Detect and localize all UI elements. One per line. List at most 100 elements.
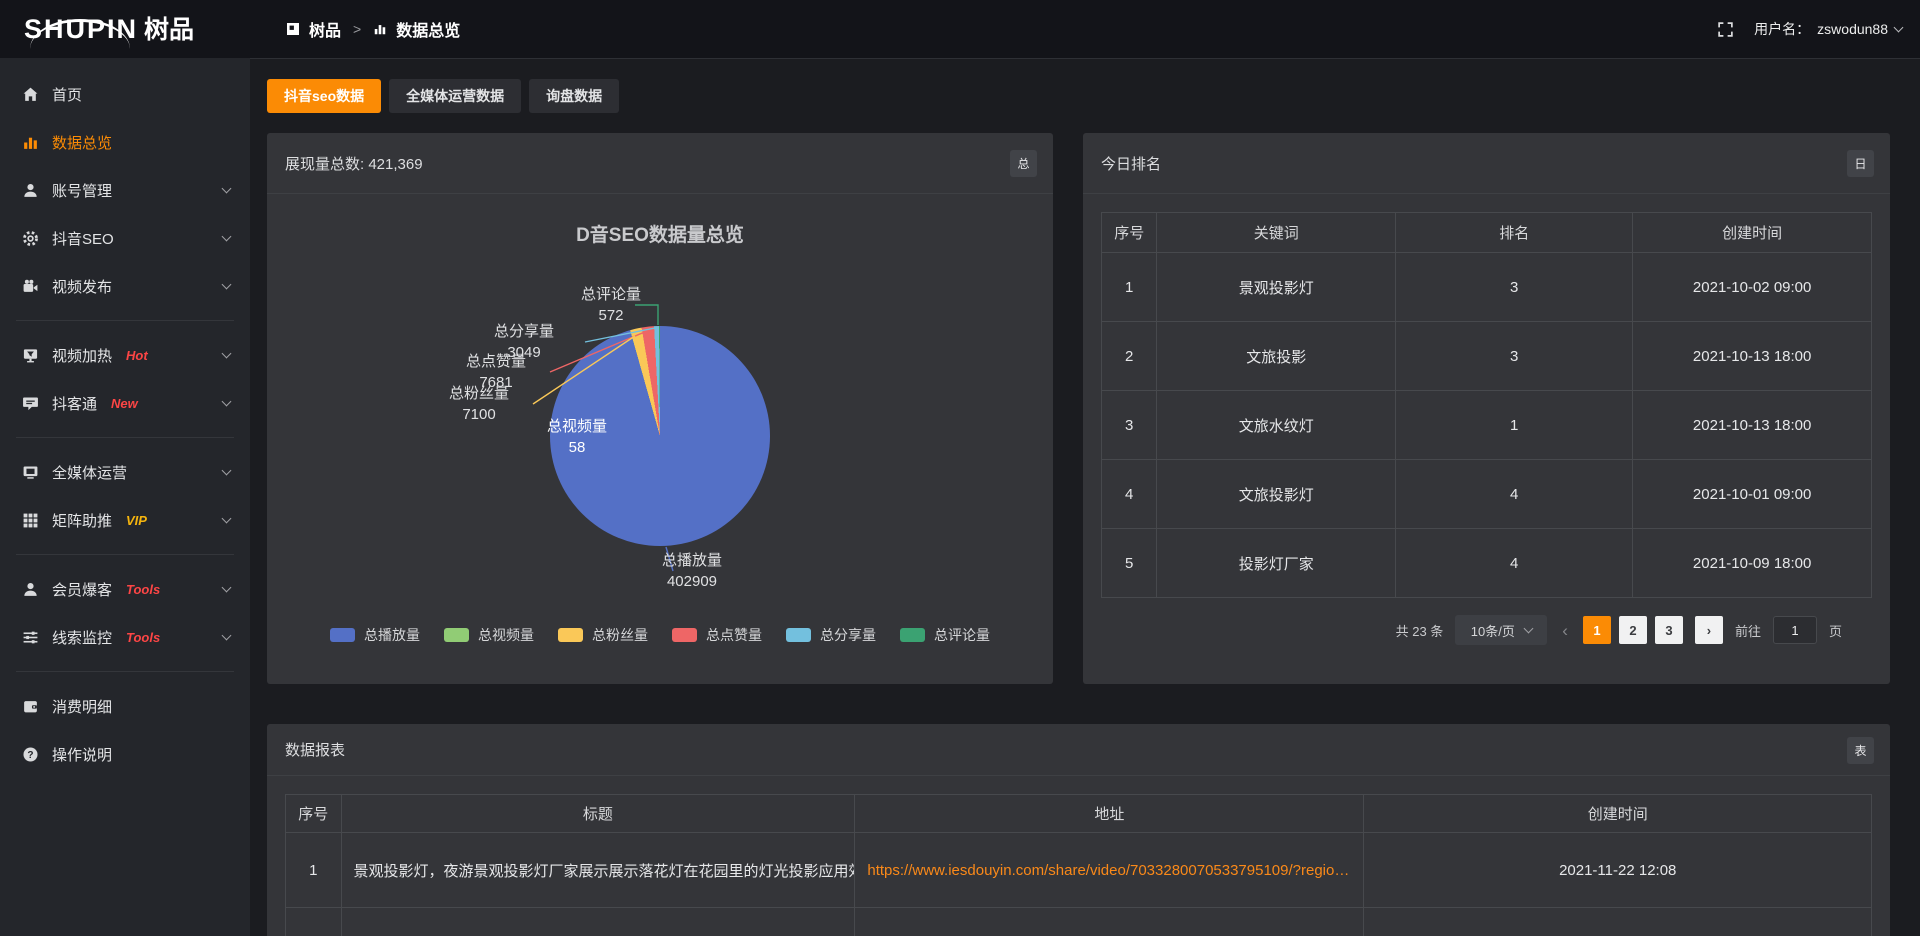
next-page-button[interactable]: › (1695, 616, 1723, 644)
fullscreen-icon[interactable] (1717, 21, 1734, 38)
sidebar-item-label: 抖音SEO (52, 228, 114, 249)
username-label: 用户名： (1754, 19, 1810, 39)
table-cell: 3 (1396, 322, 1633, 391)
chart-legend: 总播放量 总视频量 总粉丝量 总点赞量 总分享量 总评论量 (267, 625, 1053, 645)
impressions-panel-title: 展现量总数: 421,369 (267, 133, 1053, 194)
table-cell: 文旅投影灯 (1157, 460, 1396, 529)
pie-callout-lines (267, 194, 1053, 683)
chevron-down-icon (222, 397, 232, 407)
member-icon (22, 581, 39, 598)
table-row: 2文旅投影32021-10-13 18:00 (1102, 322, 1872, 391)
tab-bar: 抖音seo数据全媒体运营数据询盘数据 (267, 79, 1890, 113)
page-number-button-1[interactable]: 1 (1583, 616, 1611, 644)
sidebar-item-label: 会员爆客 (52, 579, 112, 600)
column-header: 序号 (1102, 213, 1157, 253)
legend-item-6[interactable]: 总评论量 (900, 625, 990, 645)
legend-item-2[interactable]: 总视频量 (444, 625, 534, 645)
table-row: 1景观投影灯32021-10-02 09:00 (1102, 253, 1872, 322)
page-number-group: 123 (1583, 616, 1683, 644)
sidebar-item-2[interactable]: 数据总览 (0, 118, 250, 166)
page-size-select[interactable]: 10条/页 (1455, 615, 1547, 645)
chevron-down-icon (222, 631, 232, 641)
legend-item-1[interactable]: 总播放量 (330, 625, 420, 645)
sidebar-item-badge: VIP (126, 513, 147, 528)
sidebar-item-4[interactable]: 抖音SEO (0, 214, 250, 262)
table-cell: 3 (1102, 391, 1157, 460)
video-link[interactable]: https://www.iesdouyin.com/share/video/70… (867, 862, 1349, 879)
table-badge-button[interactable]: 表 (1847, 737, 1874, 764)
chevron-down-icon (222, 514, 232, 524)
table-cell: 景观投影灯 (1157, 253, 1396, 322)
table-cell: 2021-10-13 18:00 (1633, 322, 1872, 391)
ranking-panel-title: 今日排名 (1083, 133, 1890, 194)
sidebar-item-3[interactable]: 账号管理 (0, 166, 250, 214)
report-date-cell: 2021-11-22 12:08 (1364, 833, 1872, 908)
sidebar-item-badge: New (111, 396, 138, 411)
sidebar-item-12[interactable]: 消费明细 (0, 682, 250, 730)
topbar: SHUPIN 树品 树品 > 数据总览 用户名： zswodun88 (0, 0, 1920, 58)
table-row: 1景观投影灯，夜游景观投影灯厂家展示展示落花灯在花园里的灯光投影应用效果 #ht… (286, 833, 1872, 908)
column-header: 地址 (855, 795, 1364, 833)
sidebar-divider (16, 437, 234, 438)
legend-label: 总分享量 (820, 625, 876, 645)
sidebar-item-8[interactable]: 全媒体运营 (0, 448, 250, 496)
sidebar-divider (16, 671, 234, 672)
sidebar-item-label: 矩阵助推 (52, 510, 112, 531)
goto-label: 前往 (1735, 621, 1761, 640)
legend-label: 总评论量 (934, 625, 990, 645)
monitor-icon (22, 464, 39, 481)
ranking-table: 序号关键词排名创建时间 1景观投影灯32021-10-02 09:002文旅投影… (1101, 212, 1872, 598)
legend-swatch (672, 628, 697, 642)
svg-text:?: ? (27, 749, 33, 760)
breadcrumb-root[interactable]: 树品 (309, 17, 341, 41)
table-cell: 1 (286, 833, 342, 908)
sidebar-item-10[interactable]: 会员爆客 Tools (0, 565, 250, 613)
page-number-button-2[interactable]: 2 (1619, 616, 1647, 644)
chevron-down-icon (222, 583, 232, 593)
user-menu[interactable]: 用户名： zswodun88 (1754, 19, 1902, 39)
screen-icon (22, 347, 39, 364)
legend-item-5[interactable]: 总分享量 (786, 625, 876, 645)
goto-unit: 页 (1829, 621, 1842, 640)
sidebar-item-6[interactable]: 视频加热Hot (0, 331, 250, 379)
day-badge-button[interactable]: 日 (1847, 150, 1874, 177)
legend-swatch (444, 628, 469, 642)
table-cell: 1 (1396, 391, 1633, 460)
pie-label-videos: 总视频量58 (525, 416, 629, 458)
table-row (286, 908, 1872, 936)
breadcrumb: 树品 > 数据总览 (286, 17, 460, 41)
chevron-down-icon (222, 232, 232, 242)
sidebar-item-5[interactable]: 视频发布 (0, 262, 250, 310)
sidebar-item-1[interactable]: 首页 (0, 70, 250, 118)
wallet-icon (22, 698, 39, 715)
question-icon: ? (22, 746, 39, 763)
prev-page-button[interactable]: ‹ (1559, 622, 1571, 639)
goto-page-input[interactable] (1773, 616, 1817, 644)
legend-item-3[interactable]: 总粉丝量 (558, 625, 648, 645)
impressions-panel: 展现量总数: 421,369 总 D音SEO数据量总览 总评论量572 (267, 133, 1053, 684)
table-row: 5投影灯厂家42021-10-09 18:00 (1102, 529, 1872, 598)
total-badge-button[interactable]: 总 (1010, 150, 1037, 177)
page-number-button-3[interactable]: 3 (1655, 616, 1683, 644)
username: zswodun88 (1817, 21, 1888, 37)
report-panel: 数据报表 表 序号标题地址创建时间 1景观投影灯，夜游景观投影灯厂家展示展示落花… (267, 724, 1890, 936)
tab-3[interactable]: 询盘数据 (529, 79, 619, 113)
tab-1[interactable]: 抖音seo数据 (267, 79, 381, 113)
legend-item-4[interactable]: 总点赞量 (672, 625, 762, 645)
app-logo[interactable]: SHUPIN 树品 (0, 16, 250, 43)
sidebar-item-11[interactable]: 线索监控Tools (0, 613, 250, 661)
breadcrumb-current: 数据总览 (396, 17, 460, 41)
tab-2[interactable]: 全媒体运营数据 (389, 79, 521, 113)
chevron-down-icon (1523, 624, 1533, 634)
column-header: 创建时间 (1364, 795, 1872, 833)
video-camera-icon (22, 278, 39, 295)
gear-icon (22, 230, 39, 247)
sidebar-item-badge: Tools (126, 630, 160, 645)
sidebar-item-9[interactable]: 矩阵助推 VIP (0, 496, 250, 544)
sidebar-item-13[interactable]: ?操作说明 (0, 730, 250, 778)
sidebar-item-badge: Tools (126, 582, 160, 597)
sidebar-item-label: 视频加热 (52, 345, 112, 366)
sidebar-item-7[interactable]: 抖客通New (0, 379, 250, 427)
bar-chart-icon (373, 22, 387, 36)
column-header: 关键词 (1157, 213, 1396, 253)
